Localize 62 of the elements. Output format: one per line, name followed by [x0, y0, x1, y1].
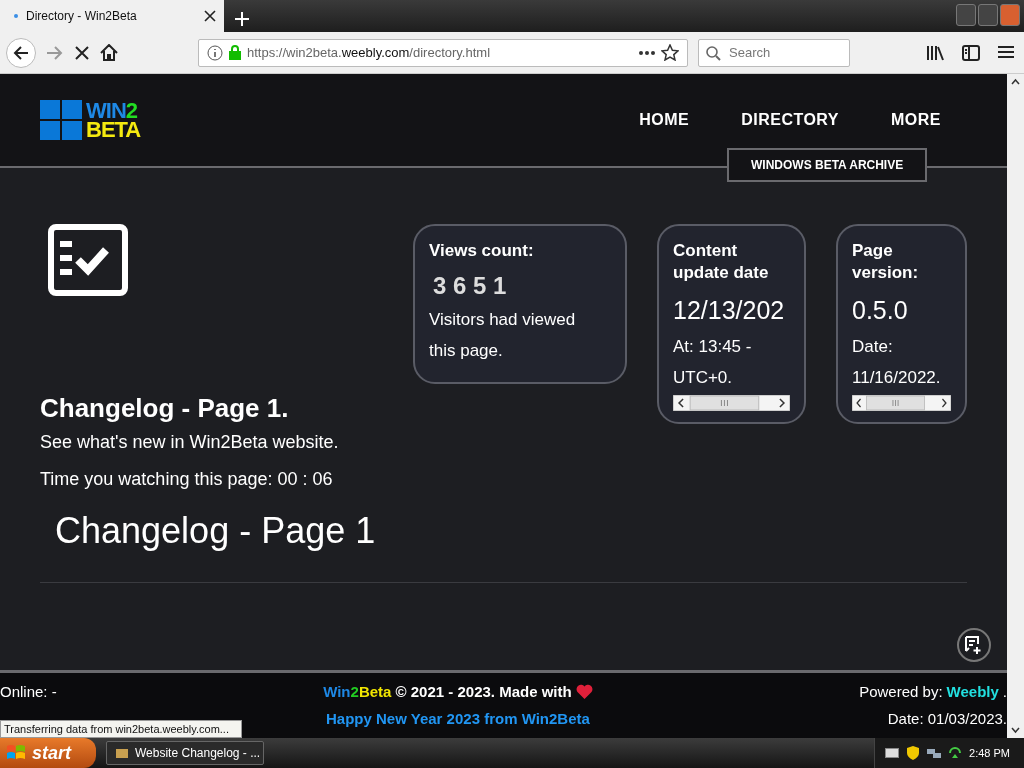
section-heading: Changelog - Page 1 [55, 510, 377, 552]
site-logo[interactable]: WIN2 BETA [40, 100, 141, 140]
card-value: 3 6 5 1 [433, 272, 508, 300]
card-value: 12/13/202 [673, 296, 786, 325]
card-text: this page. [429, 340, 504, 362]
network-icon[interactable] [927, 747, 942, 759]
address-bar[interactable]: https://win2beta.weebly.com/directory.html [198, 38, 688, 67]
star-icon[interactable] [661, 44, 679, 61]
scrollbar[interactable] [852, 395, 951, 411]
info-icon[interactable] [207, 44, 223, 61]
windows-logo-icon [6, 744, 26, 762]
stop-icon[interactable] [74, 44, 90, 61]
sidebar-icon[interactable] [962, 44, 980, 61]
scrollbar[interactable] [1007, 74, 1024, 738]
page-subtitle: See what's new in Win2Beta website. [40, 432, 340, 453]
card-text: 11/16/2022. [852, 367, 942, 389]
close-icon[interactable] [204, 10, 216, 22]
search-field[interactable]: Search [698, 38, 850, 67]
status-tooltip: Transferring data from win2beta.weebly.com... [0, 720, 242, 738]
card-text: Date: [852, 336, 894, 358]
nav-link[interactable]: HOME [639, 111, 690, 129]
card-title: Page version: [852, 240, 920, 284]
powered-by-label: Powered by: [859, 683, 943, 700]
library-icon[interactable] [926, 44, 944, 61]
card-value: 0.5.0 [852, 296, 909, 325]
nav-link[interactable]: MORE [891, 111, 941, 129]
shield-icon[interactable] [907, 746, 920, 760]
card-title: Views count: [429, 240, 535, 262]
lock-icon [229, 45, 241, 60]
plus-icon[interactable] [234, 11, 250, 27]
footer-date: Date: 01/03/2023. [887, 710, 1007, 727]
more-icon[interactable] [639, 50, 655, 55]
weebly-link[interactable]: Weebly [946, 683, 999, 700]
back-arrow-icon[interactable] [13, 44, 29, 61]
online-count: Online: - [0, 683, 57, 700]
heart-icon [575, 684, 593, 699]
submenu-item[interactable]: WINDOWS BETA ARCHIVE [727, 148, 928, 182]
checklist-icon [48, 224, 128, 296]
card-title: Content update date [673, 240, 770, 284]
app-icon [115, 747, 129, 759]
watch-timer: Time you watching this page: 00 : 06 [40, 469, 334, 490]
taskbar-item[interactable]: Website Changelog - ... [106, 741, 264, 765]
menu-icon[interactable] [998, 44, 1014, 59]
home-icon[interactable] [100, 44, 118, 61]
update-icon[interactable] [949, 747, 962, 759]
scrollbar[interactable] [673, 395, 790, 411]
start-button[interactable]: start [0, 738, 96, 768]
back-button[interactable] [6, 37, 36, 68]
card-text: At: 13:45 - [673, 336, 753, 358]
add-note-button[interactable] [957, 628, 991, 662]
nav-link[interactable]: DIRECTORY [741, 111, 839, 129]
card-text: UTC+0. [673, 367, 734, 389]
copyright-text: Win2Beta © 2021 - 2023. Made with [323, 683, 572, 700]
browser-tab[interactable]: Directory - Win2Beta [0, 0, 224, 32]
add-note-icon[interactable] [964, 635, 984, 655]
keyboard-icon[interactable] [885, 748, 900, 758]
card-text: Visitors had viewed [429, 309, 577, 331]
search-icon [706, 45, 721, 61]
period-text: . [1002, 683, 1007, 700]
greeting-text: Happy New Year 2023 from Win2Beta [326, 710, 590, 727]
clock: 2:48 PM [969, 747, 1010, 759]
page-title: Changelog - Page 1. [40, 393, 290, 424]
